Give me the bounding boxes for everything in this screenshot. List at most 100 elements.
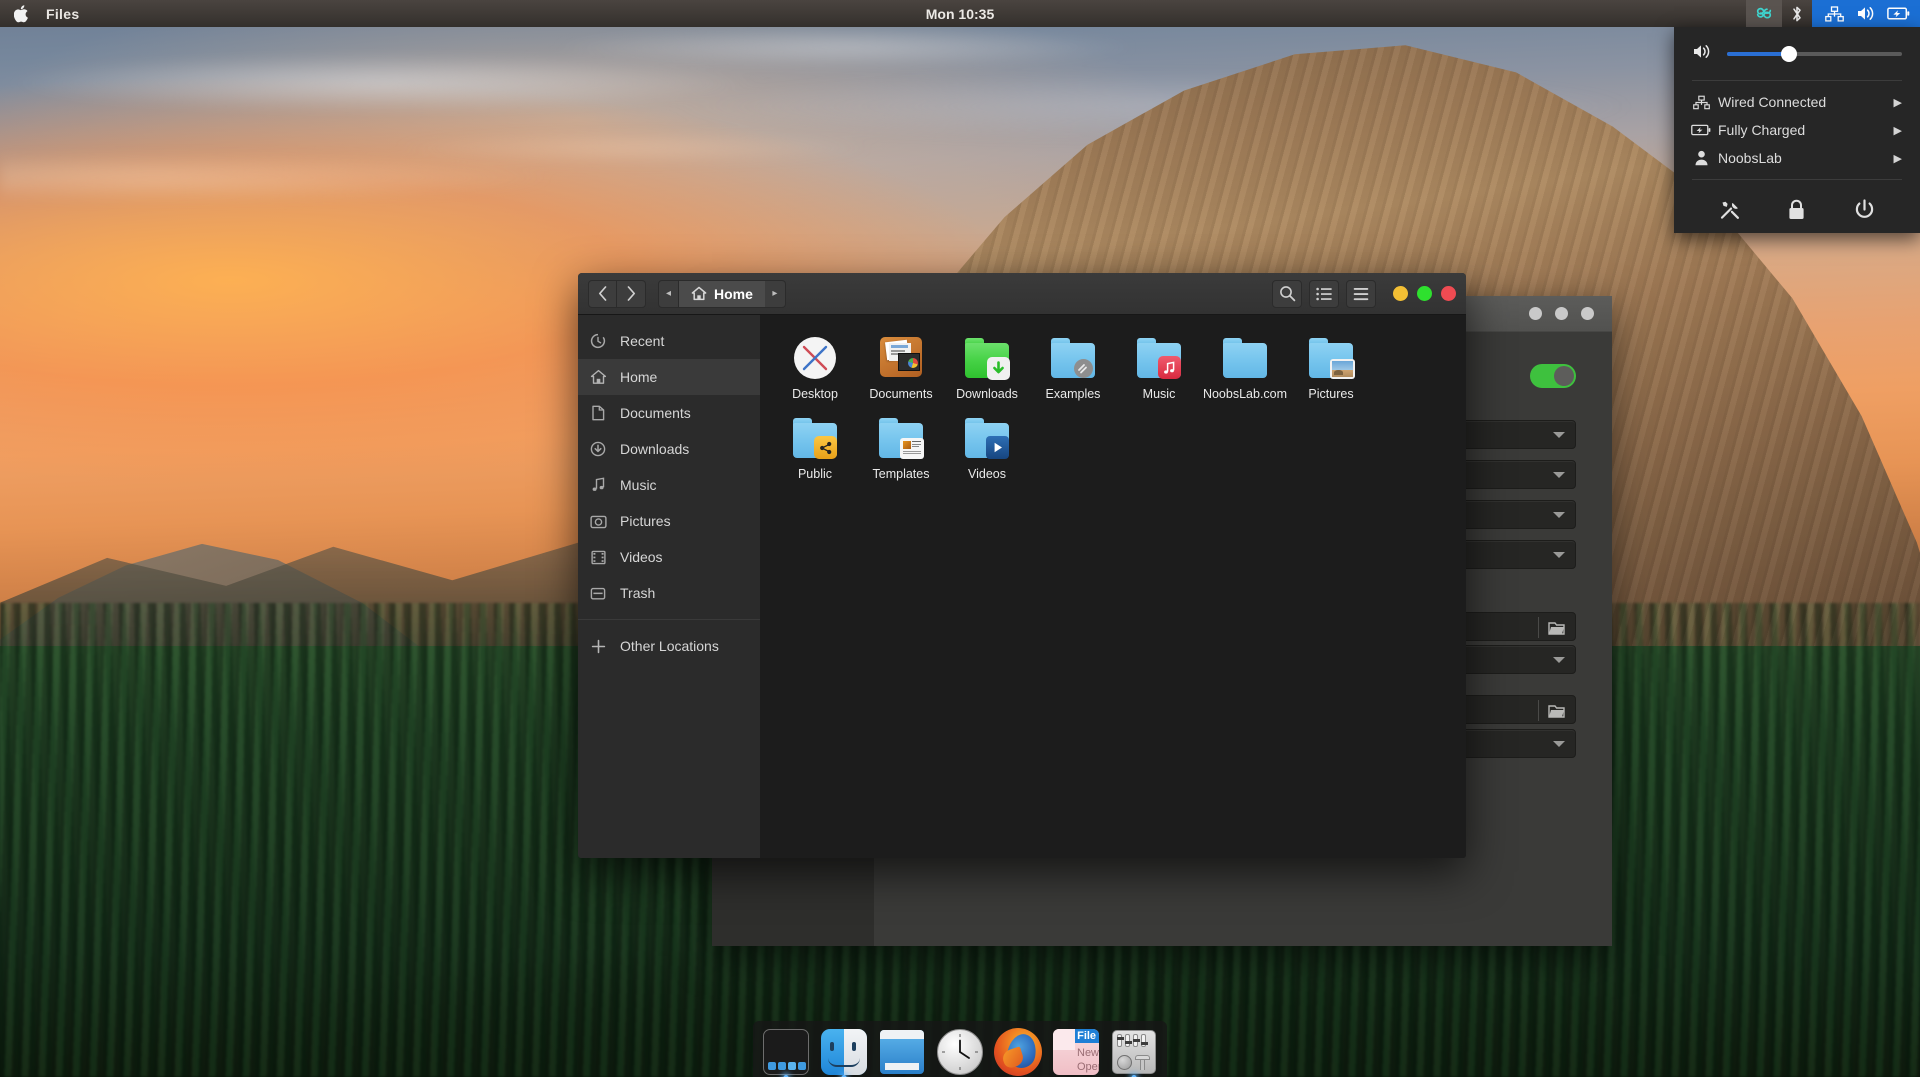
chevron-left-icon [598, 286, 607, 301]
firefox-icon[interactable] [993, 1027, 1043, 1077]
folder-item-documents[interactable]: Documents [858, 329, 944, 401]
menu-item-label: Fully Charged [1718, 122, 1806, 138]
sidebar-item-music[interactable]: Music [578, 467, 760, 503]
folder-item-videos[interactable]: Videos [944, 409, 1030, 481]
files-body: Recent Home Documents Downloads Music Pi… [578, 315, 1466, 858]
volume-slider[interactable] [1727, 46, 1902, 62]
navigation-buttons[interactable] [588, 279, 646, 308]
folder-open-icon [1548, 705, 1565, 718]
folder-documents-icon [877, 333, 925, 381]
menu-divider-bottom [1692, 179, 1902, 180]
folder-item-music[interactable]: Music [1116, 329, 1202, 401]
folder-plain-icon [1221, 333, 1269, 381]
system-status-menu[interactable]: Wired Connected ▶ Fully Charged ▶ NoobsL… [1674, 27, 1920, 233]
sidebar-item-videos[interactable]: Videos [578, 539, 760, 575]
menu-item-user[interactable]: NoobsLab ▶ [1674, 144, 1920, 172]
list-view-button[interactable] [1309, 279, 1339, 308]
folder-item-public[interactable]: Public [772, 409, 858, 481]
menu-item-network[interactable]: Wired Connected ▶ [1674, 88, 1920, 116]
files-window[interactable]: ◂ Home ▸ Recent Home Documents Downloads… [578, 273, 1466, 858]
folder-pictures-icon [1307, 333, 1355, 381]
lock-button[interactable] [1777, 199, 1817, 221]
folder-label: Videos [968, 467, 1006, 481]
chevron-down-icon [1553, 741, 1565, 747]
sidebar-item-other-locations[interactable]: Other Locations [578, 628, 760, 664]
volume-slider-handle[interactable] [1781, 46, 1798, 62]
film-icon [588, 550, 608, 565]
list-view-icon [1316, 287, 1332, 300]
power-button[interactable] [1844, 199, 1884, 221]
bg-window-dot-1[interactable] [1529, 307, 1542, 320]
breadcrumb-scroll-right[interactable]: ▸ [764, 279, 786, 308]
sidebar-item-documents[interactable]: Documents [578, 395, 760, 431]
dock[interactable]: File New Open [753, 1021, 1167, 1077]
menu-button[interactable] [1346, 279, 1376, 308]
enable-toggle[interactable] [1530, 364, 1576, 388]
menu-card-line1: File [1075, 1029, 1099, 1043]
tray-blue-group [1812, 0, 1920, 27]
files-header-actions [1272, 279, 1456, 308]
folder-item-templates[interactable]: Templates [858, 409, 944, 481]
folder-item-examples[interactable]: Examples [1030, 329, 1116, 401]
maximize-button[interactable] [1417, 286, 1432, 301]
chevron-right-icon: ▶ [1893, 152, 1902, 165]
sidebar-item-downloads[interactable]: Downloads [578, 431, 760, 467]
close-button[interactable] [1441, 286, 1456, 301]
clock-icon [588, 333, 608, 349]
volume-icon[interactable] [1850, 5, 1882, 22]
network-wired-icon[interactable] [1818, 5, 1850, 22]
menu-editor-icon[interactable]: File New Open [1051, 1027, 1101, 1077]
back-button[interactable] [588, 279, 617, 308]
folder-item-desktop[interactable]: Desktop [772, 329, 858, 401]
menu-divider-top [1692, 80, 1902, 81]
bluetooth-icon[interactable] [1782, 0, 1812, 27]
breadcrumb[interactable]: ◂ Home ▸ [658, 279, 786, 308]
menu-item-battery[interactable]: Fully Charged ▶ [1674, 116, 1920, 144]
folder-label: Examples [1045, 387, 1101, 401]
forward-button[interactable] [617, 279, 646, 308]
sidebar-divider [578, 619, 760, 620]
lock-icon [1789, 199, 1805, 219]
settings-button[interactable] [1710, 199, 1750, 221]
folder-item-noobslab[interactable]: NoobsLab.com [1202, 329, 1288, 401]
folder-label: Public [797, 467, 833, 481]
breadcrumb-scroll-left[interactable]: ◂ [658, 279, 679, 308]
chevron-right-icon [627, 286, 635, 301]
chevron-down-icon [1553, 657, 1565, 663]
minimize-button[interactable] [1393, 286, 1408, 301]
tweak-tool-icon[interactable] [1109, 1027, 1159, 1077]
folder-item-pictures[interactable]: Pictures [1288, 329, 1374, 401]
bg-window-dot-3[interactable] [1581, 307, 1594, 320]
files-sidebar[interactable]: Recent Home Documents Downloads Music Pi… [578, 315, 760, 858]
menu-card-line2: New [1077, 1047, 1099, 1059]
folder-item-downloads[interactable]: Downloads [944, 329, 1030, 401]
clock-icon[interactable] [935, 1027, 985, 1077]
menu-item-label: Wired Connected [1718, 94, 1827, 110]
sidebar-item-home[interactable]: Home [578, 359, 760, 395]
sidebar-item-recent[interactable]: Recent [578, 323, 760, 359]
folder-label: Pictures [1308, 387, 1354, 401]
alpha-indicator-icon[interactable] [1746, 0, 1782, 27]
menubar-clock[interactable]: Mon 10:35 [0, 6, 1920, 22]
top-menu-bar[interactable]: Files Mon 10:35 [0, 0, 1920, 27]
volume-slider-row[interactable] [1674, 35, 1920, 73]
sidebar-item-pictures[interactable]: Pictures [578, 503, 760, 539]
folder-templates-icon [877, 413, 925, 461]
sidebar-item-trash[interactable]: Trash [578, 575, 760, 611]
launcher-icon[interactable] [761, 1027, 811, 1077]
window-controls [1393, 286, 1456, 301]
breadcrumb-item-home[interactable]: Home [679, 279, 765, 308]
chevron-down-icon [1553, 472, 1565, 478]
folder-label: Documents [869, 387, 933, 401]
window-manager-icon[interactable] [877, 1027, 927, 1077]
plus-icon [588, 639, 608, 654]
finder-icon[interactable] [819, 1027, 869, 1077]
sidebar-item-label: Downloads [620, 441, 690, 457]
bg-window-dot-2[interactable] [1555, 307, 1568, 320]
battery-icon[interactable] [1882, 6, 1914, 21]
files-content-area[interactable]: Desktop Documents Downloads Examples Mus… [760, 315, 1466, 858]
files-header-bar[interactable]: ◂ Home ▸ [578, 273, 1466, 315]
desktop-x-icon [791, 333, 839, 381]
folder-downloads-icon [963, 333, 1011, 381]
search-button[interactable] [1272, 279, 1302, 308]
